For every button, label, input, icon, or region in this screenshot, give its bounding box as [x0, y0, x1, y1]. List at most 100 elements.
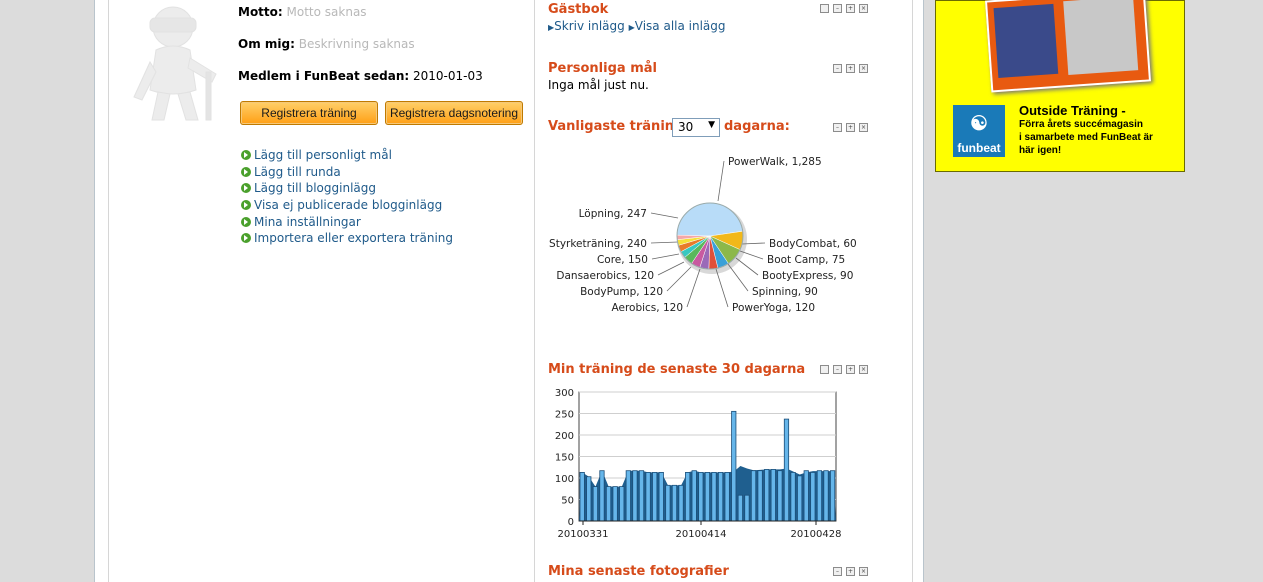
pie-leader-line — [739, 250, 764, 260]
minimize-icon[interactable]: – — [833, 123, 842, 132]
x-tick-label: 20100331 — [558, 529, 609, 540]
member-since-value: 2010-01-03 — [413, 69, 483, 83]
bar — [625, 470, 631, 522]
bar — [678, 484, 684, 522]
photos-title: Mina senaste fotografier — [548, 564, 729, 579]
maximize-icon[interactable]: + — [846, 123, 855, 132]
y-tick-label: 200 — [555, 431, 574, 442]
common-controls: – + × — [833, 123, 868, 132]
pie-label: BodyCombat, 60 — [769, 238, 857, 250]
bar-chart: 0 50 100 150 200 250 300 20100331 20100414 201004… — [555, 388, 842, 540]
arrow-circle-icon — [241, 150, 251, 161]
link-label[interactable]: Importera eller exportera träning — [254, 231, 453, 245]
y-tick-label: 150 — [555, 453, 574, 464]
common-title-post: dagarna: — [724, 119, 790, 134]
bar — [632, 470, 638, 522]
close-icon[interactable]: × — [859, 4, 868, 13]
common-training-title: Vanligaste träning — [548, 119, 683, 134]
member-since-label: Medlem i FunBeat sedan: — [238, 69, 410, 83]
pie-label: PowerWalk, 1,285 — [728, 156, 822, 168]
close-icon[interactable]: × — [859, 365, 868, 374]
pie-slice — [676, 202, 743, 237]
link-add-blogpost[interactable]: Lägg till blogginlägg — [241, 180, 453, 197]
link-unpublished-posts[interactable]: Visa ej publicerade blogginlägg — [241, 197, 453, 214]
maximize-icon[interactable]: + — [846, 567, 855, 576]
days-select-value: 30 — [678, 120, 694, 134]
pie-label: BodyPump, 120 — [580, 286, 663, 298]
minimize-icon[interactable]: – — [833, 4, 842, 13]
register-daynote-button[interactable]: Registrera dagsnotering — [385, 101, 523, 125]
bar — [750, 470, 757, 522]
link-settings[interactable]: Mina inställningar — [241, 213, 453, 230]
magazine-cover[interactable] — [984, 0, 1152, 93]
bar — [599, 470, 605, 522]
link-label[interactable]: Mina inställningar — [254, 215, 361, 229]
pie-leader-line — [727, 263, 749, 292]
link-label[interactable]: Lägg till blogginlägg — [254, 181, 376, 195]
bar — [797, 475, 803, 522]
guestbook-links: ▶Skriv inlägg ▶Visa alla inlägg — [548, 19, 726, 33]
link-add-goal[interactable]: Lägg till personligt mål — [241, 147, 453, 164]
motto-label: Motto: — [238, 5, 283, 19]
y-tick-label: 250 — [555, 410, 574, 421]
show-all-posts-link[interactable]: Visa alla inlägg — [635, 19, 726, 33]
bar — [605, 486, 612, 522]
bar — [737, 494, 743, 522]
link-label[interactable]: Visa ej publicerade blogginlägg — [254, 198, 442, 212]
close-icon[interactable]: × — [859, 123, 868, 132]
pie-leader-line — [650, 241, 679, 244]
close-icon[interactable]: × — [859, 567, 868, 576]
link-import-export[interactable]: Importera eller exportera träning — [241, 230, 453, 247]
edit-icon[interactable] — [820, 365, 829, 374]
maximize-icon[interactable]: + — [846, 4, 855, 13]
minimize-icon[interactable]: – — [833, 64, 842, 73]
arrow-circle-icon — [241, 233, 251, 244]
days-select[interactable]: 30 ▼ — [672, 118, 720, 137]
bar — [704, 472, 710, 522]
edit-icon[interactable] — [820, 4, 829, 13]
funbeat-logo-text: funbeat — [957, 141, 1001, 155]
pie-leader-line — [666, 266, 692, 292]
maximize-icon[interactable]: + — [846, 365, 855, 374]
goals-text: Inga mål just nu. — [548, 78, 649, 92]
pie-label: Styrketräning, 240 — [549, 238, 647, 250]
action-links: Lägg till personligt mål Lägg till runda… — [241, 147, 453, 247]
bar — [698, 472, 704, 522]
bar — [810, 472, 816, 522]
write-post-link[interactable]: Skriv inlägg — [554, 19, 625, 33]
pie-leader-line — [686, 268, 701, 308]
pie-label: Löpning, 247 — [579, 208, 647, 220]
photos-controls: – + × — [833, 567, 868, 576]
x-tick-label: 20100428 — [791, 529, 842, 540]
bar — [803, 470, 809, 522]
about-value: Beskrivning saknas — [298, 37, 415, 51]
bar — [658, 472, 664, 522]
link-add-route[interactable]: Lägg till runda — [241, 164, 453, 181]
funbeat-logo[interactable]: ☯ funbeat — [953, 105, 1005, 157]
goals-controls: – + × — [833, 64, 868, 73]
pie-label: Core, 150 — [597, 254, 648, 266]
close-icon[interactable]: × — [859, 64, 868, 73]
chevron-down-icon: ▼ — [708, 120, 715, 130]
guestbook-title: Gästbok — [548, 2, 609, 17]
bar — [711, 472, 717, 522]
link-label[interactable]: Lägg till personligt mål — [254, 148, 392, 162]
pie-label: Spinning, 90 — [752, 286, 818, 298]
recent-training-title: Min träning de senaste 30 dagarna — [548, 362, 806, 377]
minimize-icon[interactable]: – — [833, 567, 842, 576]
avatar — [133, 6, 217, 121]
bar — [731, 410, 737, 522]
register-training-button[interactable]: Registrera träning — [240, 101, 378, 125]
maximize-icon[interactable]: + — [846, 64, 855, 73]
pie-leader-line — [651, 253, 680, 260]
ad-banner[interactable]: ☯ funbeat Outside Träning - Förra årets … — [935, 0, 1185, 172]
arrow-circle-icon — [241, 216, 251, 227]
y-tick-label: 300 — [555, 388, 574, 399]
minimize-icon[interactable]: – — [833, 365, 842, 374]
goals-title: Personliga mål — [548, 61, 657, 76]
ad-text: Outside Träning - Förra årets succémagas… — [1019, 103, 1153, 157]
link-label[interactable]: Lägg till runda — [254, 165, 341, 179]
ad-line-3: här igen! — [1019, 145, 1062, 156]
arrow-circle-icon — [241, 200, 251, 211]
pie-leader-line — [657, 261, 685, 276]
